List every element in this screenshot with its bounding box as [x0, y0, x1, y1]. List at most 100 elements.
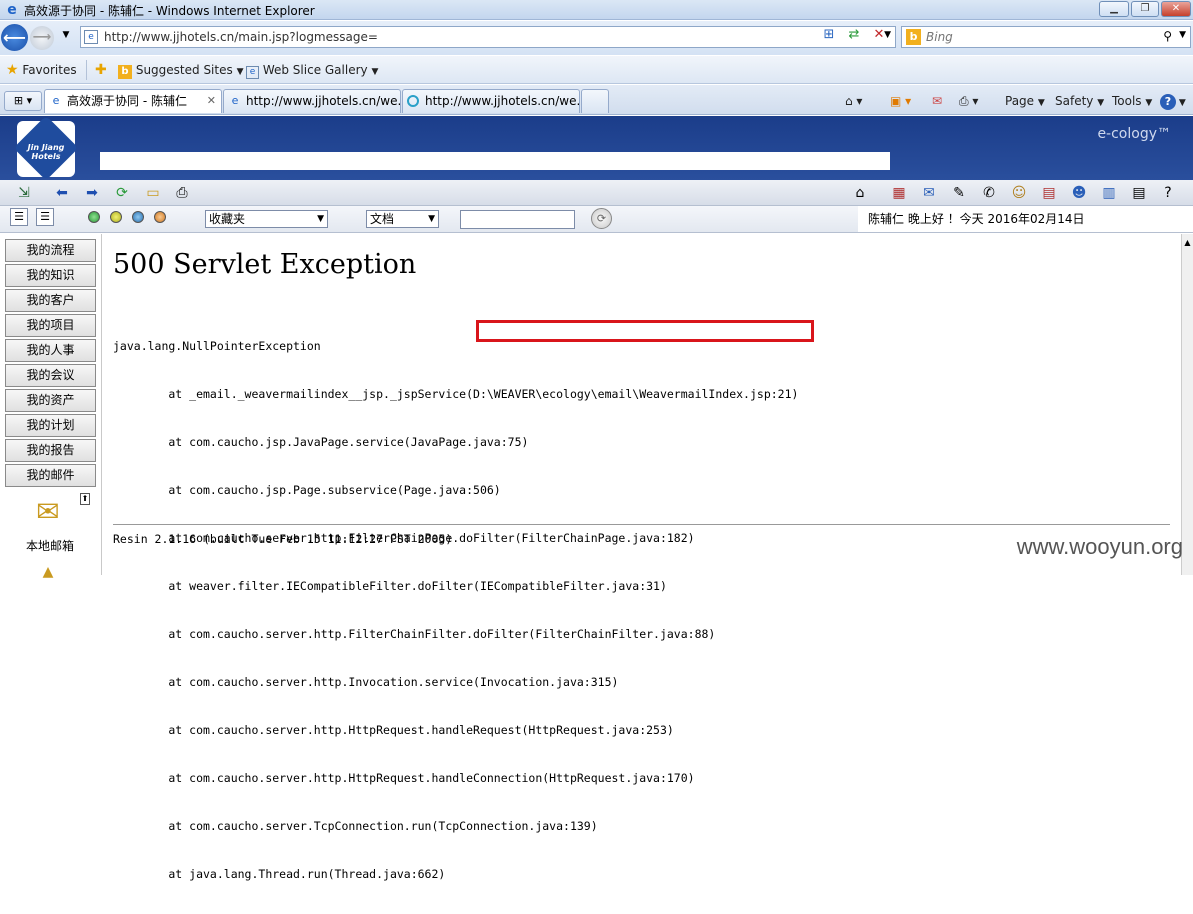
mail-button[interactable]: ✉ [919, 183, 939, 203]
home-button[interactable]: ⌂ ▾ [845, 91, 862, 111]
sidebar-item-assets[interactable]: 我的资产 [5, 389, 96, 412]
feeds-button[interactable]: ▣ ▾ [890, 91, 911, 111]
add-favorites-button[interactable]: ✚ [95, 61, 107, 79]
search-box[interactable]: b ⚲ ▼ [901, 26, 1191, 48]
notes-button[interactable]: ▤ [1129, 183, 1149, 203]
layout-toggle-button[interactable]: ☰ [10, 208, 28, 226]
page-menu[interactable]: Page ▼ [1005, 91, 1045, 111]
history-dropdown-button[interactable]: ▼ [56, 25, 76, 45]
quick-search-button[interactable]: ⟳ [591, 208, 612, 229]
grid-button[interactable]: ▥ [1099, 183, 1119, 203]
back-button[interactable]: ⟵ [1, 24, 28, 51]
favorites-button[interactable]: ★ Favorites [6, 61, 77, 79]
sidebar-item-knowledge[interactable]: 我的知识 [5, 264, 96, 287]
open-folder-button[interactable]: ▭ [143, 183, 163, 203]
chevron-down-icon: ▼ [428, 214, 435, 224]
list-icon: ☰ [40, 210, 50, 223]
chevron-down-icon: ▼ [317, 214, 324, 224]
logout-button[interactable]: ⇲ [14, 183, 34, 203]
scroll-up-icon[interactable]: ▲ [1183, 238, 1192, 247]
sidebar-item-reports[interactable]: 我的报告 [5, 439, 96, 462]
quick-tabs-icon: ⊞ ▾ [13, 94, 33, 107]
ie-logo-icon: e [7, 2, 17, 18]
help-icon: ? [1164, 185, 1172, 201]
left-sidebar: 我的流程 我的知识 我的客户 我的项目 我的人事 我的会议 我的资产 我的计划 … [0, 234, 100, 579]
messages-button[interactable]: ✆ [979, 183, 999, 203]
help-button[interactable]: ? ▼ [1160, 91, 1186, 111]
collapse-toggle-icon[interactable]: ⬆ [80, 493, 90, 505]
close-tab-icon[interactable]: ✕ [207, 90, 216, 112]
quick-tabs-button[interactable]: ⊞ ▾ [4, 91, 42, 111]
table-icon: ▥ [1102, 185, 1116, 201]
app-print-button[interactable]: ⎙ [172, 183, 192, 203]
refresh-icon: ⟳ [116, 185, 128, 201]
app-back-button[interactable]: ⬅ [52, 183, 72, 203]
address-url[interactable]: http://www.jjhotels.cn/main.jsp?logmessa… [104, 30, 378, 44]
sidebar-item-projects[interactable]: 我的项目 [5, 314, 96, 337]
main-content: 500 Servlet Exception java.lang.NullPoin… [101, 234, 1181, 881]
sidebar-item-plans[interactable]: 我的计划 [5, 414, 96, 437]
sidebar-item-hr[interactable]: 我的人事 [5, 339, 96, 362]
blue-status-icon[interactable] [132, 211, 144, 223]
minimize-button[interactable]: ▁ [1099, 1, 1129, 17]
add-favorite-icon: ✚ [95, 62, 107, 78]
help-icon: ? [1160, 94, 1176, 110]
folder-icon[interactable]: ▲ [36, 565, 60, 579]
sidebar-item-meetings[interactable]: 我的会议 [5, 364, 96, 387]
orange-status-icon[interactable] [154, 211, 166, 223]
local-mailbox-label[interactable]: 本地邮箱 [0, 537, 100, 554]
search-dropdown-icon[interactable]: ▼ [1179, 30, 1186, 40]
go-icon: ⟳ [596, 212, 607, 225]
loading-icon [407, 95, 419, 107]
document-select[interactable]: 文档 ▼ [366, 210, 439, 228]
green-status-icon[interactable] [88, 211, 100, 223]
suggested-sites-link[interactable]: b Suggested Sites ▼ [118, 61, 243, 79]
sidebar-item-mail[interactable]: 我的邮件 [5, 464, 96, 487]
print-button[interactable]: ⎙ ▾ [959, 91, 978, 111]
sidebar-item-customers[interactable]: 我的客户 [5, 289, 96, 312]
stop-button[interactable]: ✕ [869, 25, 889, 45]
refresh-button[interactable]: ⇄ [844, 25, 864, 45]
safety-menu-label: Safety [1055, 94, 1094, 108]
read-mail-button[interactable]: ✉ [932, 91, 942, 111]
compatibility-view-button[interactable]: ⊞ [819, 25, 839, 45]
gift-button[interactable]: ▤ [1039, 183, 1059, 203]
chevron-down-icon: ▼ [371, 67, 379, 77]
envelope-icon[interactable]: ✉ [30, 498, 66, 526]
users-button[interactable]: ☺ [1009, 183, 1029, 203]
calendar-button[interactable]: ▦ [889, 183, 909, 203]
web-slice-gallery-link[interactable]: e Web Slice Gallery ▼ [246, 61, 378, 79]
trace-line: at com.caucho.server.http.Invocation.ser… [113, 675, 619, 689]
sidebar-item-workflow[interactable]: 我的流程 [5, 239, 96, 262]
maximize-button[interactable]: ❐ [1131, 1, 1159, 17]
search-input[interactable] [926, 29, 1156, 45]
contacts-button[interactable]: ☻ [1069, 183, 1089, 203]
new-tab-button[interactable] [581, 89, 609, 113]
quick-search-input[interactable] [460, 210, 575, 229]
printer-icon: ⎙ ▾ [959, 94, 979, 108]
app-forward-button[interactable]: ➡ [82, 183, 102, 203]
product-brand: e-cology™ [1097, 126, 1171, 142]
suggested-sites-label: Suggested Sites [135, 63, 233, 77]
navigation-bar: ⟵ ⟶ ▼ e http://www.jjhotels.cn/main.jsp?… [0, 21, 1193, 55]
yellow-status-icon[interactable] [110, 211, 122, 223]
trace-line: at weaver.filter.IECompatibleFilter.doFi… [113, 579, 667, 593]
edit-button[interactable]: ✎ [949, 183, 969, 203]
tools-menu[interactable]: Tools ▼ [1112, 91, 1152, 111]
app-refresh-button[interactable]: ⟳ [112, 183, 132, 203]
tab-second[interactable]: e http://www.jjhotels.cn/we... [223, 89, 401, 113]
favorites-select-value: 收藏夹 [209, 212, 246, 226]
divider [86, 60, 87, 80]
app-help-button[interactable]: ? [1158, 183, 1178, 203]
favorites-select[interactable]: 收藏夹 ▼ [205, 210, 328, 228]
address-bar[interactable]: e http://www.jjhotels.cn/main.jsp?logmes… [80, 26, 896, 48]
layout-toggle-button-2[interactable]: ☰ [36, 208, 54, 226]
vertical-scrollbar[interactable]: ▲ [1181, 234, 1193, 575]
forward-button[interactable]: ⟶ [30, 26, 54, 50]
tab-third[interactable]: http://www.jjhotels.cn/we... [402, 89, 580, 113]
search-icon[interactable]: ⚲ [1163, 29, 1172, 43]
app-home-button[interactable]: ⌂ [850, 183, 870, 203]
close-button[interactable]: ✕ [1161, 1, 1191, 17]
tab-main[interactable]: e 高效源于协同 - 陈辅仁 ✕ [44, 89, 222, 113]
safety-menu[interactable]: Safety ▼ [1055, 91, 1104, 111]
